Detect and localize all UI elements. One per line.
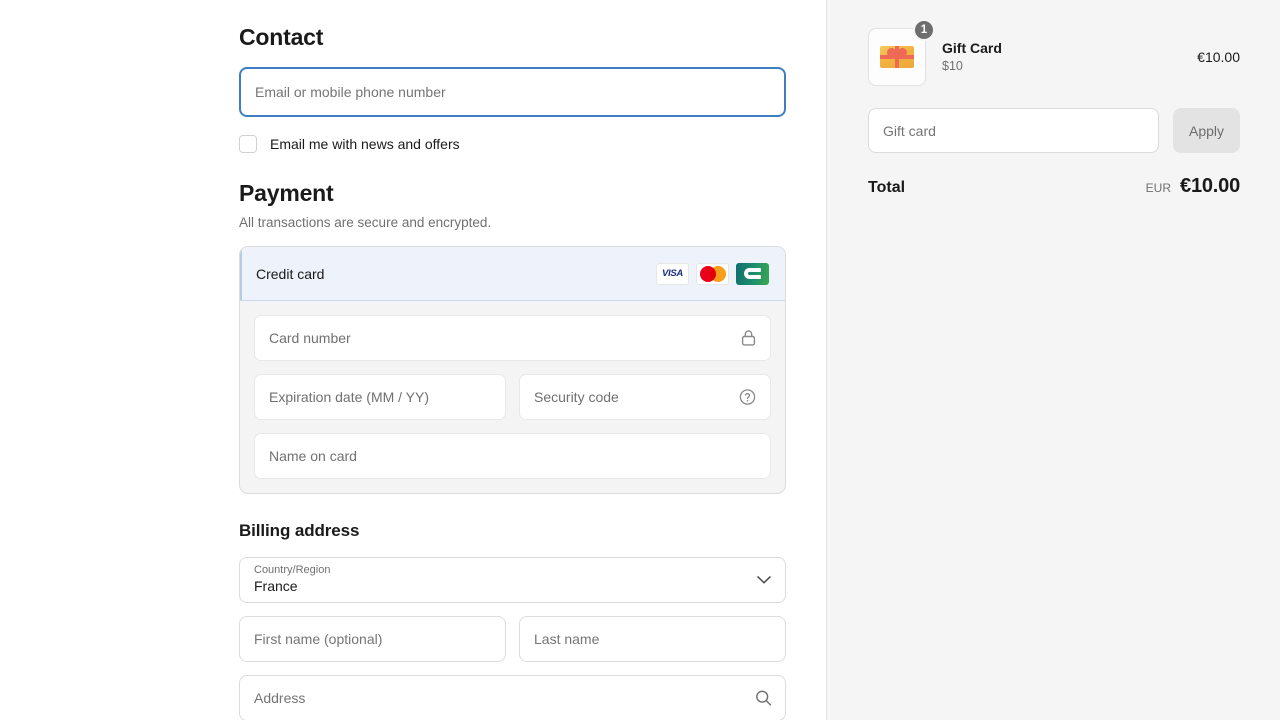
card-brand-list: VISA bbox=[656, 262, 769, 285]
security-code-placeholder: Security code bbox=[534, 389, 619, 405]
first-name-placeholder: First name (optional) bbox=[254, 631, 383, 647]
contact-section: Contact Email or mobile phone number Ema… bbox=[239, 24, 786, 153]
mastercard-icon bbox=[696, 262, 729, 285]
form-container: Contact Email or mobile phone number Ema… bbox=[239, 0, 786, 720]
credit-card-fields: Card number Expiration date (MM / YY) Se… bbox=[240, 301, 785, 493]
line-item-info: Gift Card $10 bbox=[942, 39, 1197, 75]
credit-card-method-row[interactable]: Credit card VISA bbox=[240, 247, 785, 301]
payment-heading: Payment bbox=[239, 180, 334, 206]
visa-icon-text: VISA bbox=[662, 268, 683, 279]
total-row: Total EUR €10.00 bbox=[868, 175, 1240, 198]
card-number-input[interactable]: Card number bbox=[254, 315, 771, 361]
line-item-price: €10.00 bbox=[1197, 49, 1240, 65]
name-on-card-placeholder: Name on card bbox=[269, 448, 357, 464]
address-input[interactable]: Address bbox=[239, 675, 786, 720]
order-summary-column: 1 Gift Card $10 €10.00 Gift card Apply T… bbox=[826, 0, 1280, 720]
order-line-item: 1 Gift Card $10 €10.00 bbox=[868, 19, 1240, 86]
contact-heading: Contact bbox=[239, 24, 324, 50]
security-code-input[interactable]: Security code bbox=[519, 374, 771, 420]
quantity-badge: 1 bbox=[913, 19, 935, 41]
expiration-date-input[interactable]: Expiration date (MM / YY) bbox=[254, 374, 506, 420]
email-input-placeholder: Email or mobile phone number bbox=[255, 84, 446, 100]
visa-icon: VISA bbox=[656, 262, 689, 285]
billing-address-heading: Billing address bbox=[239, 521, 360, 540]
gift-card-row: Gift card Apply bbox=[868, 108, 1240, 153]
lock-icon bbox=[741, 330, 756, 347]
question-circle-icon[interactable] bbox=[739, 389, 756, 406]
chevron-down-icon bbox=[757, 576, 771, 585]
line-item-title: Gift Card bbox=[942, 40, 1002, 56]
newsletter-label: Email me with news and offers bbox=[270, 136, 460, 152]
country-region-label: Country/Region bbox=[254, 564, 331, 576]
card-number-placeholder: Card number bbox=[269, 330, 351, 346]
payment-section: Payment All transactions are secure and … bbox=[239, 180, 786, 494]
email-input[interactable]: Email or mobile phone number bbox=[239, 67, 786, 117]
apply-button[interactable]: Apply bbox=[1173, 108, 1240, 153]
expiration-date-placeholder: Expiration date (MM / YY) bbox=[269, 389, 430, 405]
credit-card-panel: Credit card VISA Card number Expiration … bbox=[239, 246, 786, 494]
line-item-variant: $10 bbox=[942, 59, 963, 73]
newsletter-checkbox[interactable] bbox=[239, 135, 257, 153]
total-label: Total bbox=[868, 179, 906, 196]
last-name-input[interactable]: Last name bbox=[519, 616, 786, 662]
payment-subtext: All transactions are secure and encrypte… bbox=[239, 215, 492, 230]
billing-address-section: Billing address Country/Region France Fi… bbox=[239, 521, 786, 720]
credit-card-label: Credit card bbox=[256, 265, 325, 282]
gift-card-input[interactable]: Gift card bbox=[868, 108, 1159, 153]
expiry-security-row: Expiration date (MM / YY) Security code bbox=[254, 374, 771, 420]
address-placeholder: Address bbox=[254, 690, 306, 706]
name-row: First name (optional) Last name bbox=[239, 616, 786, 662]
first-name-input[interactable]: First name (optional) bbox=[239, 616, 506, 662]
cb-icon bbox=[736, 262, 769, 285]
search-icon[interactable] bbox=[755, 690, 772, 707]
checkout-page: Contact Email or mobile phone number Ema… bbox=[0, 0, 1280, 720]
total-currency: EUR bbox=[1145, 181, 1172, 195]
checkout-form-column: Contact Email or mobile phone number Ema… bbox=[0, 0, 826, 720]
name-on-card-input[interactable]: Name on card bbox=[254, 433, 771, 479]
country-region-value: France bbox=[254, 578, 298, 594]
product-thumbnail-wrap: 1 bbox=[868, 19, 935, 86]
gift-card-placeholder: Gift card bbox=[883, 122, 936, 139]
total-amount: €10.00 bbox=[1180, 175, 1240, 197]
newsletter-checkbox-row[interactable]: Email me with news and offers bbox=[239, 135, 786, 153]
last-name-placeholder: Last name bbox=[534, 631, 600, 647]
country-region-select[interactable]: Country/Region France bbox=[239, 557, 786, 603]
